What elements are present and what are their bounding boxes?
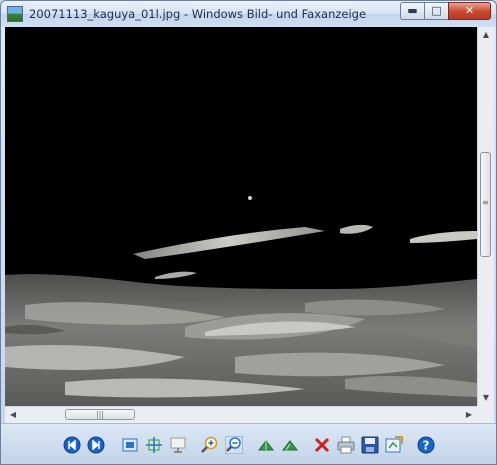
rotate-counterclockwise-icon[interactable] (281, 436, 299, 454)
actual-size-icon[interactable] (145, 436, 163, 454)
scrollbar-corner (477, 406, 494, 423)
best-fit-icon[interactable] (121, 436, 139, 454)
image-viewport[interactable] (5, 27, 477, 406)
scroll-right-arrow[interactable]: ▶ (461, 407, 477, 423)
zoom-in-icon[interactable] (201, 436, 219, 454)
horizontal-scrollbar[interactable]: ◀ ||| ▶ (5, 406, 477, 423)
horizontal-scroll-thumb[interactable]: ||| (65, 409, 135, 420)
maximize-icon: □ (431, 4, 442, 17)
previous-image-icon[interactable] (63, 436, 81, 454)
lunar-surface-image (5, 27, 477, 406)
close-button[interactable]: ✕ (448, 2, 491, 20)
scroll-left-arrow[interactable]: ◀ (5, 407, 21, 423)
window-title: 20071113_kaguya_01l.jpg - Windows Bild- … (29, 7, 367, 21)
print-icon[interactable] (337, 436, 355, 454)
minimize-icon: ▬ (407, 4, 418, 17)
save-icon[interactable] (361, 436, 379, 454)
vertical-scrollbar[interactable]: ▲ ≡ ▼ (477, 27, 494, 406)
help-icon[interactable]: ? (417, 436, 435, 454)
delete-icon[interactable] (313, 436, 331, 454)
photo-viewer-window: 20071113_kaguya_01l.jpg - Windows Bild- … (0, 0, 497, 465)
title-bar[interactable]: 20071113_kaguya_01l.jpg - Windows Bild- … (1, 1, 496, 27)
rotate-clockwise-icon[interactable] (257, 436, 275, 454)
bottom-toolbar: ? (1, 423, 496, 464)
scroll-up-arrow[interactable]: ▲ (478, 27, 494, 43)
minimize-button[interactable]: ▬ (400, 2, 425, 20)
close-icon: ✕ (464, 4, 475, 17)
zoom-out-icon[interactable] (225, 436, 243, 454)
scroll-down-arrow[interactable]: ▼ (478, 390, 494, 406)
vertical-scroll-thumb[interactable]: ≡ (480, 152, 491, 257)
open-with-icon[interactable] (385, 436, 403, 454)
next-image-icon[interactable] (87, 436, 105, 454)
photo-viewer-icon (7, 6, 23, 22)
slideshow-icon[interactable] (169, 436, 187, 454)
svg-text:?: ? (423, 439, 430, 453)
maximize-button[interactable]: □ (424, 2, 449, 20)
